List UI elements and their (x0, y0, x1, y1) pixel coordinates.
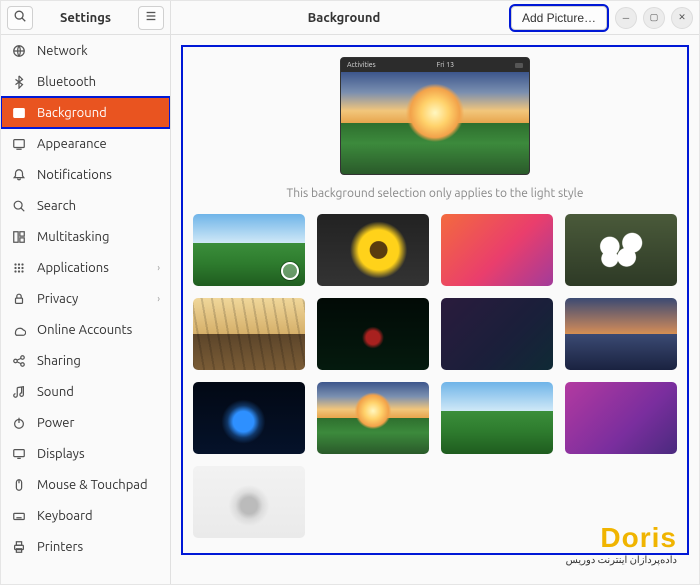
sidebar-item-label: Network (37, 44, 88, 58)
multitasking-icon (11, 229, 27, 245)
applications-icon (11, 260, 27, 276)
power-icon (11, 415, 27, 431)
settings-window: Settings Network Bluetooth Background Appea… (0, 0, 700, 585)
wallpaper-thumb[interactable] (193, 382, 305, 454)
sidebar-item-bluetooth[interactable]: Bluetooth (1, 66, 170, 97)
wallpaper-thumb[interactable] (441, 214, 553, 286)
sidebar-item-printers[interactable]: Printers (1, 531, 170, 562)
wallpaper-thumb[interactable] (565, 214, 677, 286)
close-icon: ✕ (678, 12, 686, 23)
sidebar-item-displays[interactable]: Displays (1, 438, 170, 469)
sidebar-item-label: Sharing (37, 354, 81, 368)
sidebar-item-appearance[interactable]: Appearance (1, 128, 170, 159)
wallpaper-thumb[interactable] (441, 382, 553, 454)
wallpaper-thumb[interactable] (193, 298, 305, 370)
sound-icon (11, 384, 27, 400)
mouse-icon (11, 477, 27, 493)
sidebar-item-search[interactable]: Search (1, 190, 170, 221)
main-panel: Background Add Picture… ─ ▢ ✕ Activities… (171, 1, 699, 584)
preview-status-icons (515, 63, 523, 68)
sidebar-header: Settings (1, 1, 170, 35)
bluetooth-icon (11, 74, 27, 90)
chevron-right-icon: › (157, 293, 160, 304)
sidebar-item-label: Search (37, 199, 76, 213)
sidebar-item-label: Printers (37, 540, 83, 554)
preview-activities-label: Activities (347, 61, 376, 69)
sidebar-item-notifications[interactable]: Notifications (1, 159, 170, 190)
maximize-button[interactable]: ▢ (643, 7, 665, 29)
sidebar-item-power[interactable]: Power (1, 407, 170, 438)
sidebar-item-mouse-touchpad[interactable]: Mouse & Touchpad (1, 469, 170, 500)
sidebar-item-label: Keyboard (37, 509, 93, 523)
sidebar-item-label: Power (37, 416, 74, 430)
titlebar: Background Add Picture… ─ ▢ ✕ (171, 1, 699, 35)
wallpaper-thumb[interactable] (193, 214, 305, 286)
sidebar-item-background[interactable]: Background (1, 97, 170, 128)
sidebar-item-label: Privacy (37, 292, 78, 306)
wallpaper-thumb[interactable] (193, 466, 305, 538)
content-area: Activities Fri 13 This background select… (171, 35, 699, 584)
wallpaper-thumb[interactable] (317, 382, 429, 454)
preview-wallpaper-image (341, 72, 529, 174)
background-frame-highlight: Activities Fri 13 This background select… (181, 45, 689, 555)
sharing-icon (11, 353, 27, 369)
preview-topbar: Activities Fri 13 (341, 58, 529, 72)
appearance-icon (11, 136, 27, 152)
sidebar-item-label: Appearance (37, 137, 107, 151)
sidebar-item-sharing[interactable]: Sharing (1, 345, 170, 376)
sidebar-title: Settings (39, 11, 132, 25)
sidebar-item-label: Sound (37, 385, 74, 399)
sidebar-item-multitasking[interactable]: Multitasking (1, 221, 170, 252)
sidebar-item-label: Multitasking (37, 230, 109, 244)
minimize-button[interactable]: ─ (615, 7, 637, 29)
sidebar-item-label: Mouse & Touchpad (37, 478, 148, 492)
background-icon (11, 105, 27, 121)
sidebar-item-applications[interactable]: Applications › (1, 252, 170, 283)
online-accounts-icon (11, 322, 27, 338)
wallpaper-thumb[interactable] (317, 298, 429, 370)
search-icon (13, 9, 27, 26)
preview-clock-label: Fri 13 (437, 61, 454, 69)
sidebar-item-label: Online Accounts (37, 323, 132, 337)
privacy-icon (11, 291, 27, 307)
sidebar-item-privacy[interactable]: Privacy › (1, 283, 170, 314)
page-title: Background (177, 11, 511, 25)
sidebar-item-label: Displays (37, 447, 85, 461)
wallpaper-grid (193, 214, 677, 538)
hamburger-menu-button[interactable] (138, 6, 164, 30)
wallpaper-thumb[interactable] (565, 298, 677, 370)
wallpaper-thumb[interactable] (565, 382, 677, 454)
sidebar-item-label: Bluetooth (37, 75, 96, 89)
sidebar-item-online-accounts[interactable]: Online Accounts (1, 314, 170, 345)
wallpaper-thumb[interactable] (317, 214, 429, 286)
sidebar-item-label: Notifications (37, 168, 112, 182)
sidebar-item-sound[interactable]: Sound (1, 376, 170, 407)
maximize-icon: ▢ (650, 12, 659, 23)
current-background-preview: Activities Fri 13 (340, 57, 530, 175)
add-picture-button[interactable]: Add Picture… (511, 6, 607, 30)
notifications-icon (11, 167, 27, 183)
hamburger-icon (144, 9, 158, 26)
network-icon (11, 43, 27, 59)
printers-icon (11, 539, 27, 555)
sidebar-item-keyboard[interactable]: Keyboard (1, 500, 170, 531)
sidebar: Settings Network Bluetooth Background Appea… (1, 1, 171, 584)
wallpaper-thumb[interactable] (441, 298, 553, 370)
keyboard-icon (11, 508, 27, 524)
style-hint-text: This background selection only applies t… (193, 187, 677, 200)
sidebar-item-label: Applications (37, 261, 109, 275)
minimize-icon: ─ (623, 13, 629, 23)
displays-icon (11, 446, 27, 462)
sidebar-item-label: Background (37, 106, 107, 120)
preview-wrap: Activities Fri 13 (193, 57, 677, 175)
sidebar-nav: Network Bluetooth Background Appearance Noti… (1, 35, 170, 584)
search-button[interactable] (7, 6, 33, 30)
chevron-right-icon: › (157, 262, 160, 273)
window-controls: ─ ▢ ✕ (615, 7, 693, 29)
search-icon (11, 198, 27, 214)
sidebar-item-network[interactable]: Network (1, 35, 170, 66)
close-button[interactable]: ✕ (671, 7, 693, 29)
